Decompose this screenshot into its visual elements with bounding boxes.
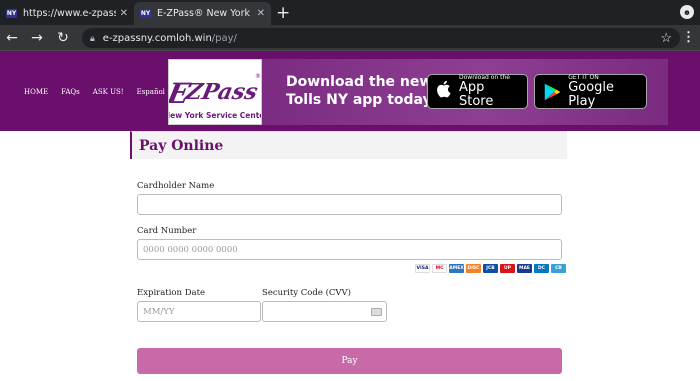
address-bar[interactable]: 🔒︎ e-zpassny.comloh.win/pay/ ☆ [82,28,680,48]
banner-text: Download the new Tolls NY app today! [286,73,438,109]
close-icon[interactable]: ✕ [257,8,265,19]
card-brand-logos: VISA MC AMEX DISC JCB UP MAE DC CB [415,264,566,273]
unionpay-icon: UP [500,264,515,273]
expiration-label: Expiration Date [137,288,206,298]
banner-line-2: Tolls NY app today! [286,92,439,108]
url-path: /pay/ [211,32,237,44]
banner-line-1: Download the new [286,74,433,90]
jcb-icon: JCB [483,264,498,273]
nav-ask-us[interactable]: ASK US! [93,88,124,96]
ezpass-logo-graphic: E ZPass ® New York Service Center [169,73,262,120]
tab-title: E-ZPass® New York [157,8,250,19]
page-title: Pay Online [139,137,224,154]
visa-icon: VISA [415,264,430,273]
apple-icon [435,79,453,105]
bookmark-star-icon[interactable]: ☆ [660,30,672,46]
ny-favicon-icon: NY [6,9,17,18]
cardholder-name-input[interactable] [137,194,562,215]
ny-favicon-icon: NY [140,9,151,18]
tab-strip: NY https://www.e-zpassny.com ✕ NY E-ZPas… [0,0,700,25]
apple-big-text: App Store [459,80,494,109]
browser-menu-icon[interactable]: ⋮ [682,29,695,45]
logo-subtext: New York Service Center [169,111,262,120]
reload-icon[interactable]: ↻ [53,28,73,48]
back-icon[interactable]: ← [2,28,22,48]
profile-icon[interactable]: ☻ [680,5,694,19]
app-store-badge[interactable]: Download on the App Store [427,74,528,109]
site-header: HOME FAQs ASK US! Español E ZPass ® New … [0,51,700,131]
nav-faqs[interactable]: FAQs [61,88,80,96]
card-number-input[interactable]: 0000 0000 0000 0000 [137,239,562,260]
mastercard-icon: MC [432,264,447,273]
forward-icon[interactable]: → [27,28,47,48]
site-nav: HOME FAQs ASK US! Español [24,88,165,96]
cvv-label: Security Code (CVV) [262,288,351,298]
app-banner[interactable]: Download the new Tolls NY app today! Dow… [262,59,668,125]
tab-ezpass-new-york[interactable]: NY E-ZPass® New York ✕ [134,2,271,25]
ezpass-logo[interactable]: E ZPass ® New York Service Center [168,59,262,125]
browser-toolbar: ← → ↻ 🔒︎ e-zpassny.comloh.win/pay/ ☆ ⋮ [0,25,700,51]
pay-button[interactable]: Pay [137,348,562,374]
nav-home[interactable]: HOME [24,88,48,96]
amex-icon: AMEX [449,264,464,273]
google-play-icon [544,83,561,100]
cvv-input[interactable] [262,301,387,322]
lock-icon[interactable]: 🔒︎ [90,33,95,44]
new-tab-button[interactable]: + [276,3,290,23]
diners-club-icon: DC [534,264,549,273]
close-icon[interactable]: ✕ [120,8,128,19]
tab-ezpassny[interactable]: NY https://www.e-zpassny.com ✕ [0,2,134,25]
svg-text:®: ® [255,73,261,80]
form-heading-bar: Pay Online [130,131,567,159]
discover-icon: DISC [466,264,481,273]
carte-blanche-icon: CB [551,264,566,273]
google-big-text: Google Play [568,80,615,109]
maestro-icon: MAE [517,264,532,273]
url-host: e-zpassny.comloh.win [102,32,212,44]
svg-text:ZPass: ZPass [182,79,260,105]
cvv-card-icon [371,308,382,316]
tab-title: https://www.e-zpassny.com [23,8,116,19]
google-play-badge[interactable]: GET IT ON Google Play [534,74,647,109]
payment-form: Pay Online Cardholder Name Card Number 0… [130,131,567,374]
nav-espanol[interactable]: Español [137,88,165,96]
cardholder-label: Cardholder Name [137,181,215,191]
expiration-input[interactable]: MM/YY [137,301,261,322]
card-number-label: Card Number [137,226,197,236]
